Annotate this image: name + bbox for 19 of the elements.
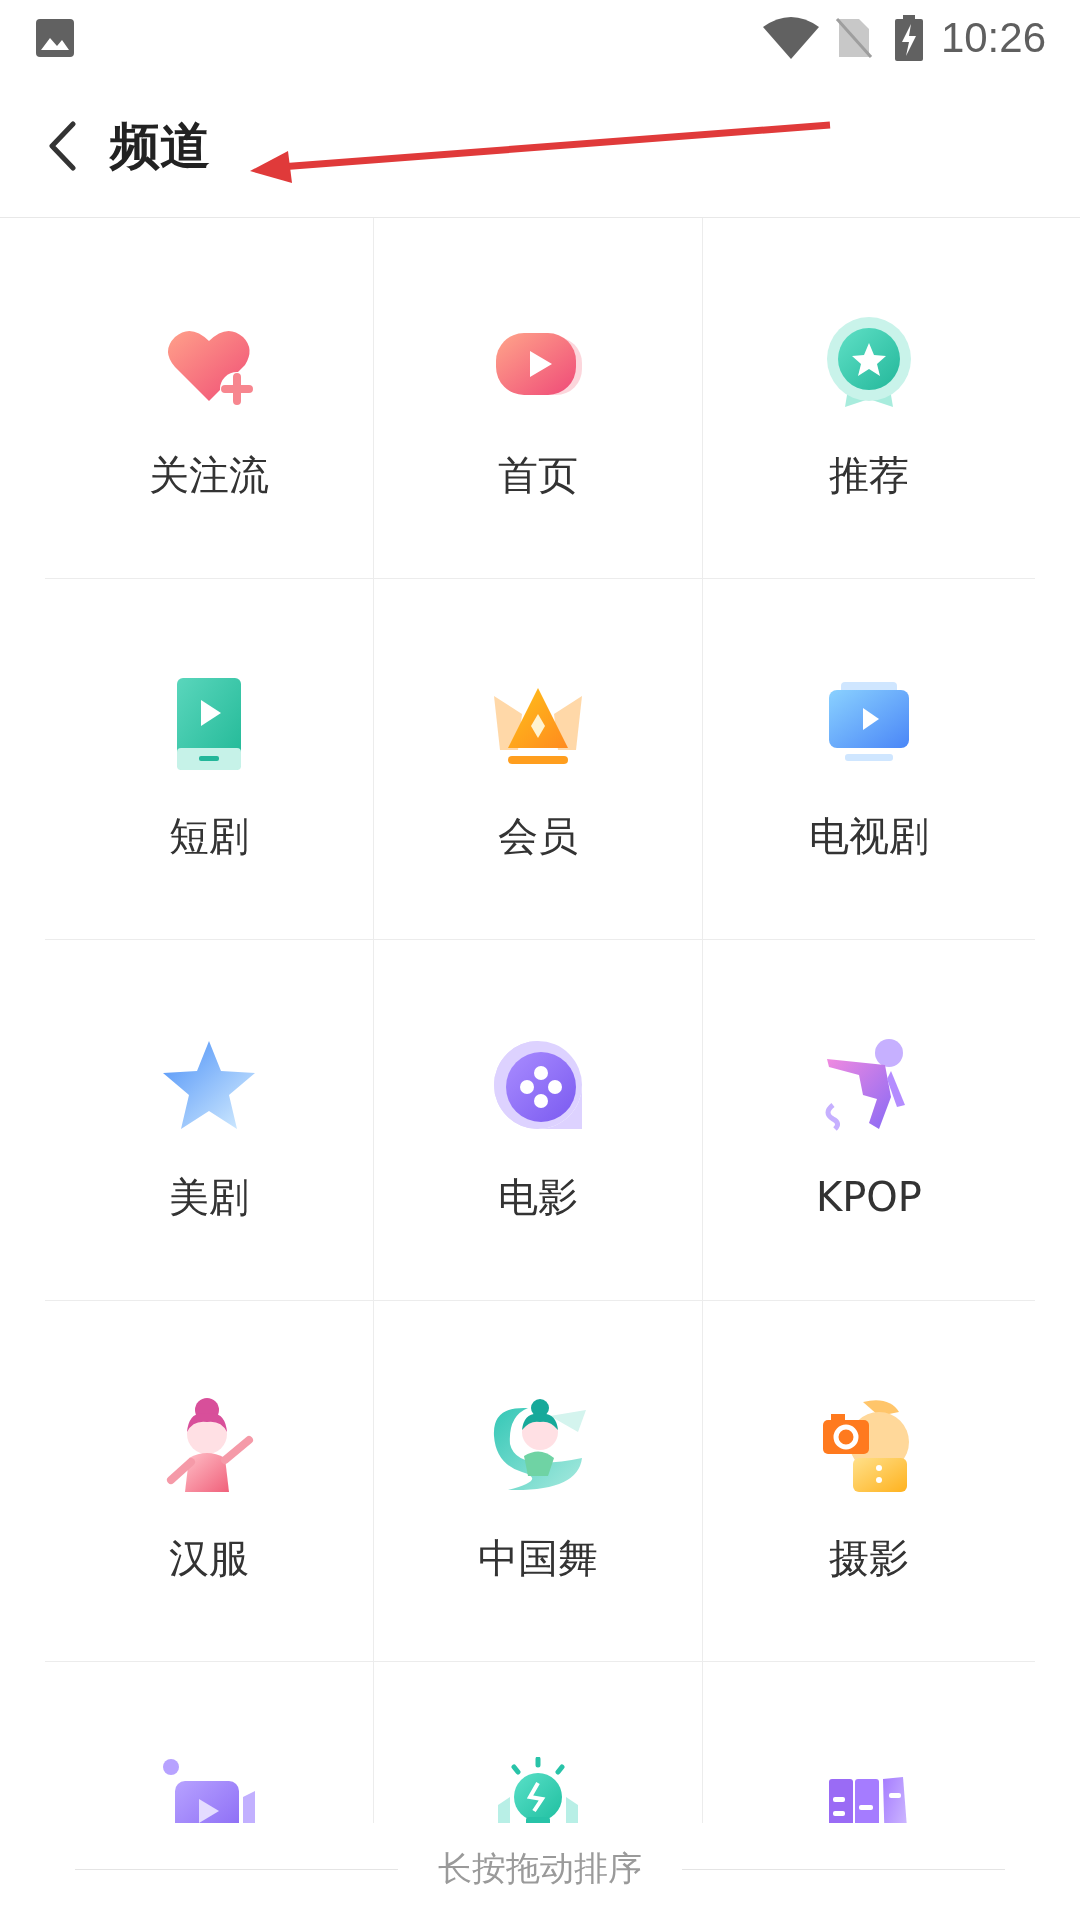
channel-label[interactable]: 美剧 — [169, 1173, 249, 1221]
sort-hint-text: 长按拖动排序 — [438, 1847, 642, 1890]
channel-label[interactable]: 摄影 — [829, 1534, 909, 1582]
channel-label[interactable]: 电影 — [498, 1173, 578, 1221]
channel-label[interactable]: 首页 — [498, 451, 578, 499]
channel-label[interactable]: 电视剧 — [809, 812, 929, 860]
channel-label[interactable]: 短剧 — [169, 812, 249, 860]
page-title: 频道 — [110, 115, 210, 177]
channel-label[interactable]: KPOP — [816, 1173, 922, 1221]
clock-time: 10:26 — [940, 13, 1046, 62]
channel-label[interactable]: 会员 — [498, 812, 578, 860]
channel-label[interactable]: 汉服 — [169, 1534, 249, 1582]
image-icon — [36, 18, 74, 57]
no-sim-icon — [834, 16, 873, 59]
battery-charging-icon — [894, 14, 923, 61]
channel-label[interactable]: 推荐 — [829, 451, 909, 499]
channel-label[interactable]: 中国舞 — [478, 1534, 598, 1582]
channel-label[interactable]: 关注流 — [149, 451, 269, 499]
wifi-icon — [762, 16, 819, 59]
